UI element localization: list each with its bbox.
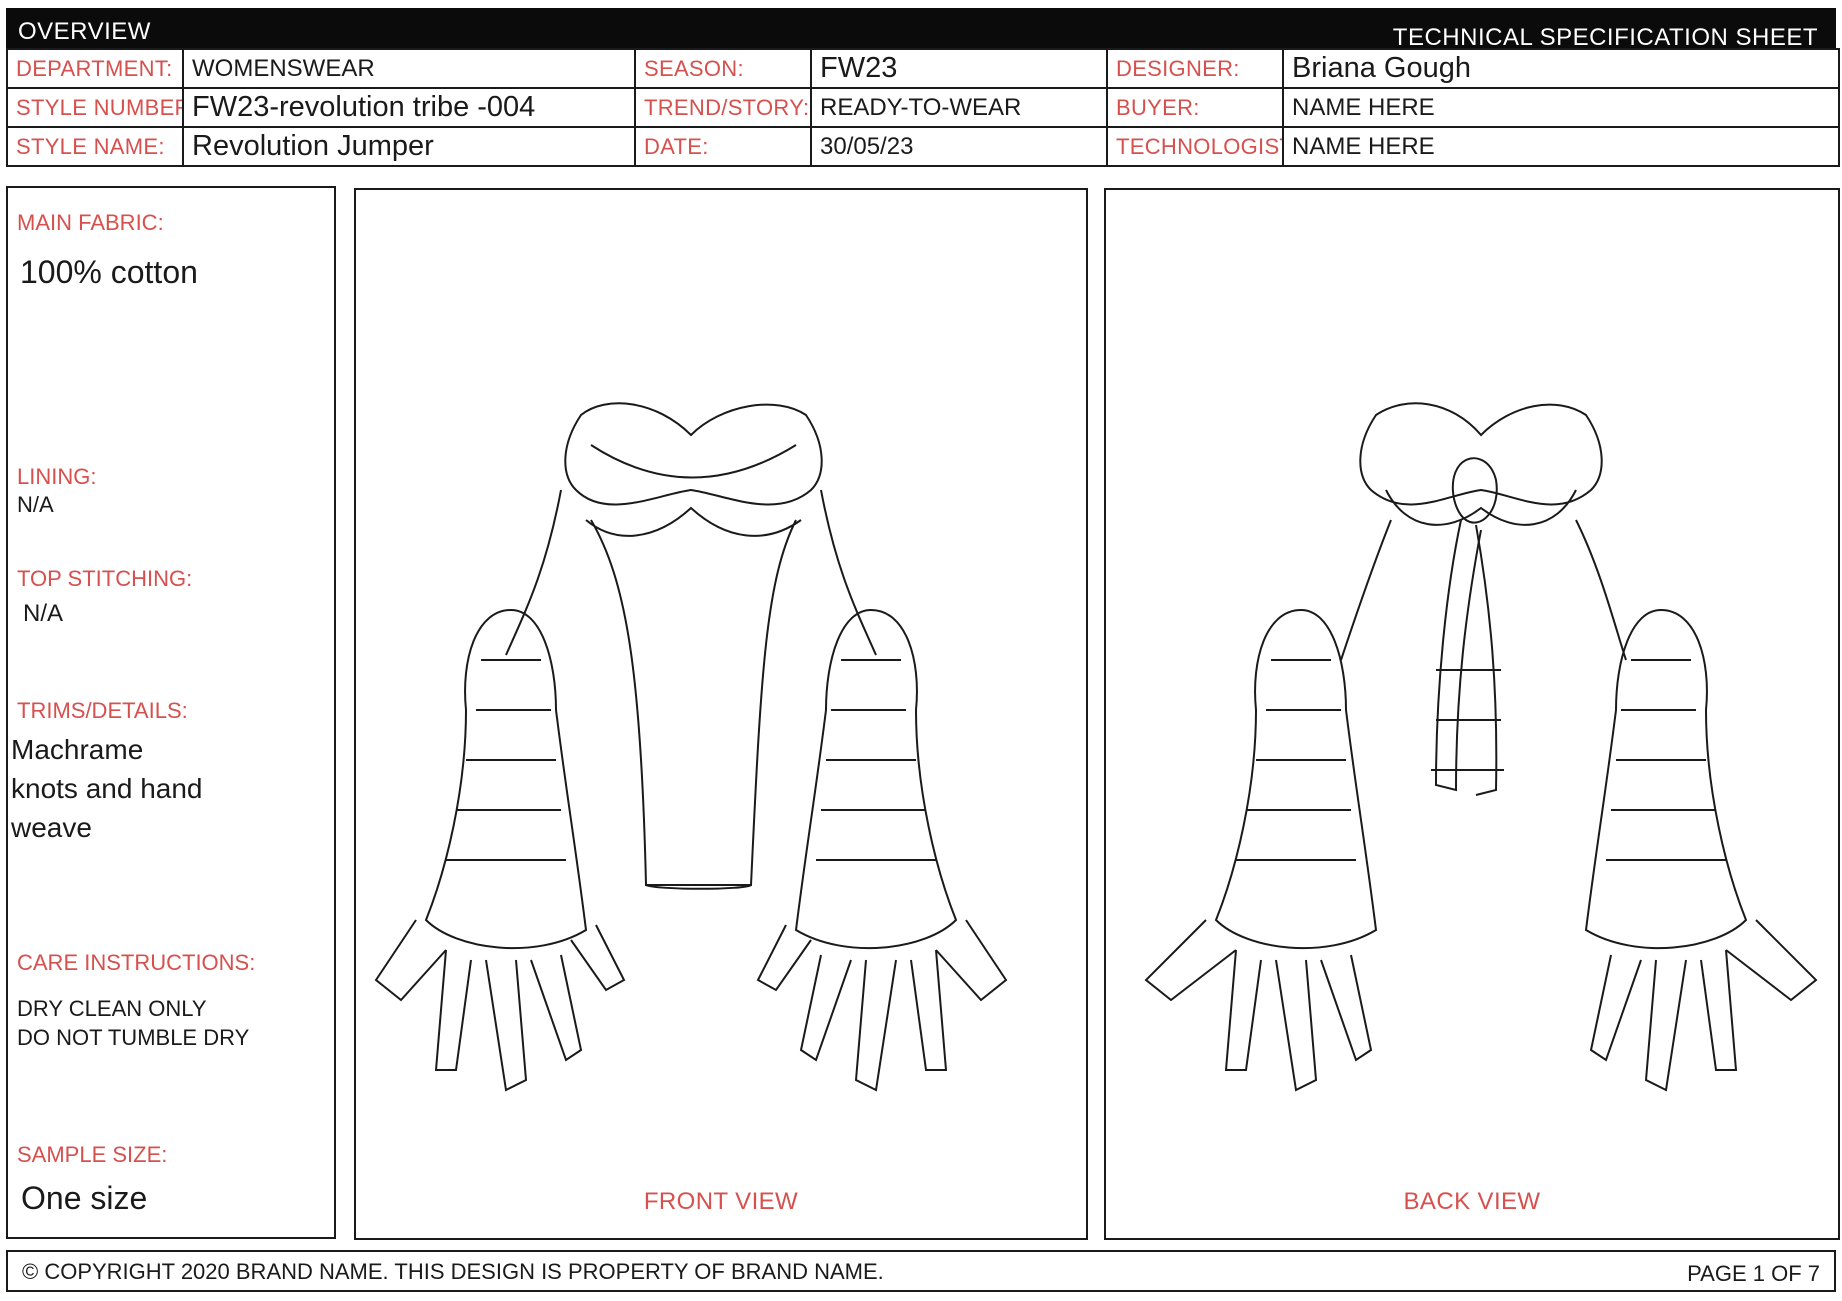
back-view-panel: BACK VIEW: [1104, 188, 1840, 1240]
style-number-value: FW23-revolution tribe -004: [182, 87, 636, 128]
season-label: SEASON:: [634, 48, 812, 89]
department-value: WOMENSWEAR: [182, 48, 636, 89]
trims-line-2: knots and hand: [11, 773, 203, 804]
front-view-caption: FRONT VIEW: [643, 1188, 799, 1215]
footer-bar: © COPYRIGHT 2020 BRAND NAME. THIS DESIGN…: [6, 1250, 1836, 1292]
trims-line-1: Machrame: [11, 734, 144, 765]
care-line-2: DO NOT TUMBLE DRY: [17, 1025, 250, 1050]
details-panel: MAIN FABRIC: 100% cotton LINING: N/A TOP…: [6, 186, 336, 1239]
main-fabric-label: MAIN FABRIC:: [17, 210, 164, 235]
care-label: CARE INSTRUCTIONS:: [17, 950, 256, 975]
care-line-1: DRY CLEAN ONLY: [17, 996, 207, 1021]
copyright-text: © COPYRIGHT 2020 BRAND NAME. THIS DESIGN…: [22, 1259, 884, 1284]
lining-label: LINING:: [17, 464, 97, 489]
back-view-sketch: [1144, 402, 1818, 1092]
buyer-value: NAME HERE: [1282, 87, 1840, 128]
trims-line-3: weave: [11, 812, 92, 843]
main-fabric-value: 100% cotton: [20, 254, 198, 290]
style-number-label: STYLE NUMBER:: [6, 87, 184, 128]
top-stitching-value: N/A: [23, 600, 64, 627]
lining-value: N/A: [17, 492, 54, 517]
title-bar: OVERVIEW TECHNICAL SPECIFICATION SHEET: [6, 8, 1836, 51]
front-view-panel: FRONT VIEW: [354, 188, 1088, 1240]
front-view-sketch: [374, 402, 1008, 1092]
style-name-label: STYLE NAME:: [6, 126, 184, 167]
date-label: DATE:: [634, 126, 812, 167]
spec-header-table: DEPARTMENT: WOMENSWEAR SEASON: FW23 DESI…: [6, 48, 1840, 167]
style-name-value: Revolution Jumper: [182, 126, 636, 167]
trend-label: TREND/STORY:: [634, 87, 812, 128]
sample-size-value: One size: [21, 1180, 148, 1216]
date-value: 30/05/23: [810, 126, 1108, 167]
trims-label: TRIMS/DETAILS:: [17, 698, 188, 723]
designer-label: DESIGNER:: [1106, 48, 1284, 89]
top-stitching-label: TOP STITCHING:: [17, 566, 193, 591]
department-label: DEPARTMENT:: [6, 48, 184, 89]
back-view-caption: BACK VIEW: [1403, 1188, 1541, 1215]
designer-value: Briana Gough: [1282, 48, 1840, 89]
technologist-value: NAME HERE: [1282, 126, 1840, 167]
page-indicator: PAGE 1 OF 7: [1687, 1261, 1820, 1286]
trend-value: READY-TO-WEAR: [810, 87, 1108, 128]
technologist-label: TECHNOLOGIST:: [1106, 126, 1284, 167]
overview-title: OVERVIEW: [18, 18, 151, 45]
buyer-label: BUYER:: [1106, 87, 1284, 128]
season-value: FW23: [810, 48, 1108, 89]
sample-size-label: SAMPLE SIZE:: [17, 1142, 168, 1167]
